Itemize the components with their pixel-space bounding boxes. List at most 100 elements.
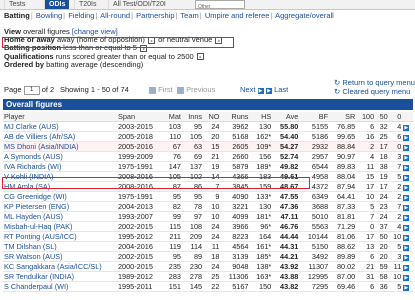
row-expand-icon[interactable]: ▶	[403, 215, 410, 221]
cleared-arrow-icon: ↻	[334, 87, 341, 96]
row-expand-icon[interactable]: ▶	[403, 265, 410, 271]
nav-fielding[interactable]: Fielding	[68, 11, 94, 20]
col-0[interactable]: 0	[388, 112, 403, 122]
remove-filter-icon[interactable]: x	[196, 53, 204, 61]
cell-50: 19	[375, 171, 389, 182]
row-expand-icon[interactable]: ▶	[402, 221, 413, 232]
row-expand-icon[interactable]: ▶	[402, 191, 413, 202]
row-expand-icon[interactable]: ▶	[402, 231, 413, 242]
last-page-link[interactable]: Last	[274, 85, 288, 94]
row-expand-icon[interactable]: ▶	[402, 131, 413, 142]
cleared-query-link[interactable]: Cleared query menu	[342, 87, 410, 96]
row-expand-icon[interactable]: ▶	[403, 285, 410, 291]
col-mat[interactable]: Mat	[163, 112, 182, 122]
row-expand-icon[interactable]: ▶	[403, 225, 410, 231]
cell-runs: 8223	[220, 231, 250, 242]
last-arrow-icon[interactable]: ▶	[266, 88, 272, 94]
page-select[interactable]: 1	[23, 85, 40, 95]
row-expand-icon[interactable]: ▶	[402, 211, 413, 222]
col-50[interactable]: 50	[375, 112, 389, 122]
col-player[interactable]: Player	[3, 112, 117, 122]
row-expand-icon[interactable]: ▶	[403, 145, 410, 151]
player-link[interactable]: KC Sangakkara (Asia/ICC/SL)	[3, 261, 117, 272]
nav-team[interactable]: Team	[180, 11, 198, 20]
player-link[interactable]: SR Watson (AUS)	[3, 251, 117, 262]
return-to-query-link[interactable]: Return to query menu	[342, 78, 415, 87]
row-expand-icon[interactable]: ▶	[403, 175, 410, 181]
col-span[interactable]: Span	[117, 112, 163, 122]
row-expand-icon[interactable]: ▶	[402, 271, 413, 282]
row-expand-icon[interactable]: ▶	[403, 255, 410, 261]
cell-bf: 5150	[299, 241, 330, 252]
cell-hs: 150	[249, 281, 273, 292]
cell-sr: 69.46	[329, 281, 357, 292]
player-link[interactable]: SR Tendulkar (INDIA)	[3, 271, 117, 282]
col-sr[interactable]: SR	[329, 112, 357, 122]
cell-runs: 11306	[220, 271, 250, 282]
player-link[interactable]: ML Hayden (AUS)	[3, 211, 117, 222]
player-link[interactable]: A Symonds (AUS)	[3, 151, 117, 162]
previous-page-link[interactable]: Previous	[186, 85, 215, 94]
row-expand-icon[interactable]: ▶	[402, 141, 413, 152]
tab-tests[interactable]: Tests	[4, 0, 29, 9]
first-page-link[interactable]: First	[158, 85, 173, 94]
nav-umpire[interactable]: Umpire and referee	[205, 11, 270, 20]
cell-no: 24	[203, 231, 221, 242]
row-expand-icon[interactable]: ▶	[402, 241, 413, 252]
nav-allround[interactable]: All-round	[100, 11, 130, 20]
row-expand-icon[interactable]: ▶	[403, 205, 410, 211]
player-link[interactable]: S Chanderpaul (WI)	[3, 281, 117, 292]
row-expand-icon[interactable]: ▶	[402, 171, 413, 182]
row-expand-icon[interactable]: ▶	[402, 121, 413, 132]
row-expand-icon[interactable]: ▶	[402, 261, 413, 272]
player-link[interactable]: CG Greenidge (WI)	[3, 191, 117, 202]
player-link[interactable]: V Kohli (INDIA)	[3, 171, 117, 182]
cell-100: 11	[356, 161, 376, 172]
row-expand-icon[interactable]: ▶	[403, 185, 410, 191]
col-runs[interactable]: Runs	[220, 112, 250, 122]
col-hs[interactable]: HS	[249, 112, 273, 122]
row-expand-icon[interactable]: ▶	[402, 201, 413, 212]
nav-partnership[interactable]: Partnership	[136, 11, 174, 20]
col-bf[interactable]: BF	[299, 112, 330, 122]
col-100[interactable]: 100	[356, 112, 376, 122]
row-expand-icon[interactable]: ▶	[403, 245, 410, 251]
nav-bowling[interactable]: Bowling	[36, 11, 62, 20]
col-inns[interactable]: Inns	[181, 112, 204, 122]
row-expand-icon[interactable]: ▶	[402, 181, 413, 192]
row-expand-icon[interactable]: ▶	[403, 165, 410, 171]
cell-no: 9	[203, 191, 221, 202]
other-select[interactable]: Other	[195, 0, 245, 10]
row-expand-icon[interactable]: ▶	[402, 251, 413, 262]
row-expand-icon[interactable]: ▶	[403, 135, 410, 141]
col-no[interactable]: NO	[203, 112, 221, 122]
nav-aggregate[interactable]: Aggregate/overall	[275, 11, 334, 20]
player-link[interactable]: RT Ponting (AUS/ICC)	[3, 231, 117, 242]
row-expand-icon[interactable]: ▶	[403, 275, 410, 281]
row-expand-icon[interactable]: ▶	[402, 151, 413, 162]
player-link[interactable]: TM Dilshan (SL)	[3, 241, 117, 252]
next-page-link[interactable]: Next	[240, 85, 255, 94]
row-expand-icon[interactable]: ▶	[402, 161, 413, 172]
player-link[interactable]: AB de Villiers (Afr/SA)	[3, 131, 117, 142]
tab-all[interactable]: All Test/ODI/T20I	[108, 0, 170, 9]
row-expand-icon[interactable]: ▶	[403, 125, 410, 131]
tab-odis[interactable]: ODIs	[44, 0, 70, 9]
player-link[interactable]: KP Pietersen (ENG)	[3, 201, 117, 212]
tab-t20is[interactable]: T20Is	[74, 0, 101, 9]
cell-hs: 156	[249, 151, 273, 162]
cell-bf: 3492	[299, 251, 330, 262]
next-arrow-icon[interactable]: ▶	[257, 88, 264, 94]
player-link[interactable]: MS Dhoni (Asia/INDIA)	[3, 141, 117, 152]
player-link[interactable]: HM Amla (SA)	[3, 181, 117, 192]
row-expand-icon[interactable]: ▶	[403, 155, 410, 161]
row-expand-icon[interactable]: ▶	[403, 235, 410, 241]
row-expand-icon[interactable]: ▶	[403, 195, 410, 201]
nav-batting[interactable]: Batting	[4, 11, 30, 20]
player-link[interactable]: Misbah-ul-Haq (PAK)	[3, 221, 117, 232]
player-link[interactable]: IVA Richards (WI)	[3, 161, 117, 172]
player-link[interactable]: MJ Clarke (AUS)	[3, 121, 117, 132]
row-expand-icon[interactable]: ▶	[402, 281, 413, 292]
first-page-icon	[149, 86, 156, 94]
col-ave[interactable]: Ave	[272, 112, 300, 122]
